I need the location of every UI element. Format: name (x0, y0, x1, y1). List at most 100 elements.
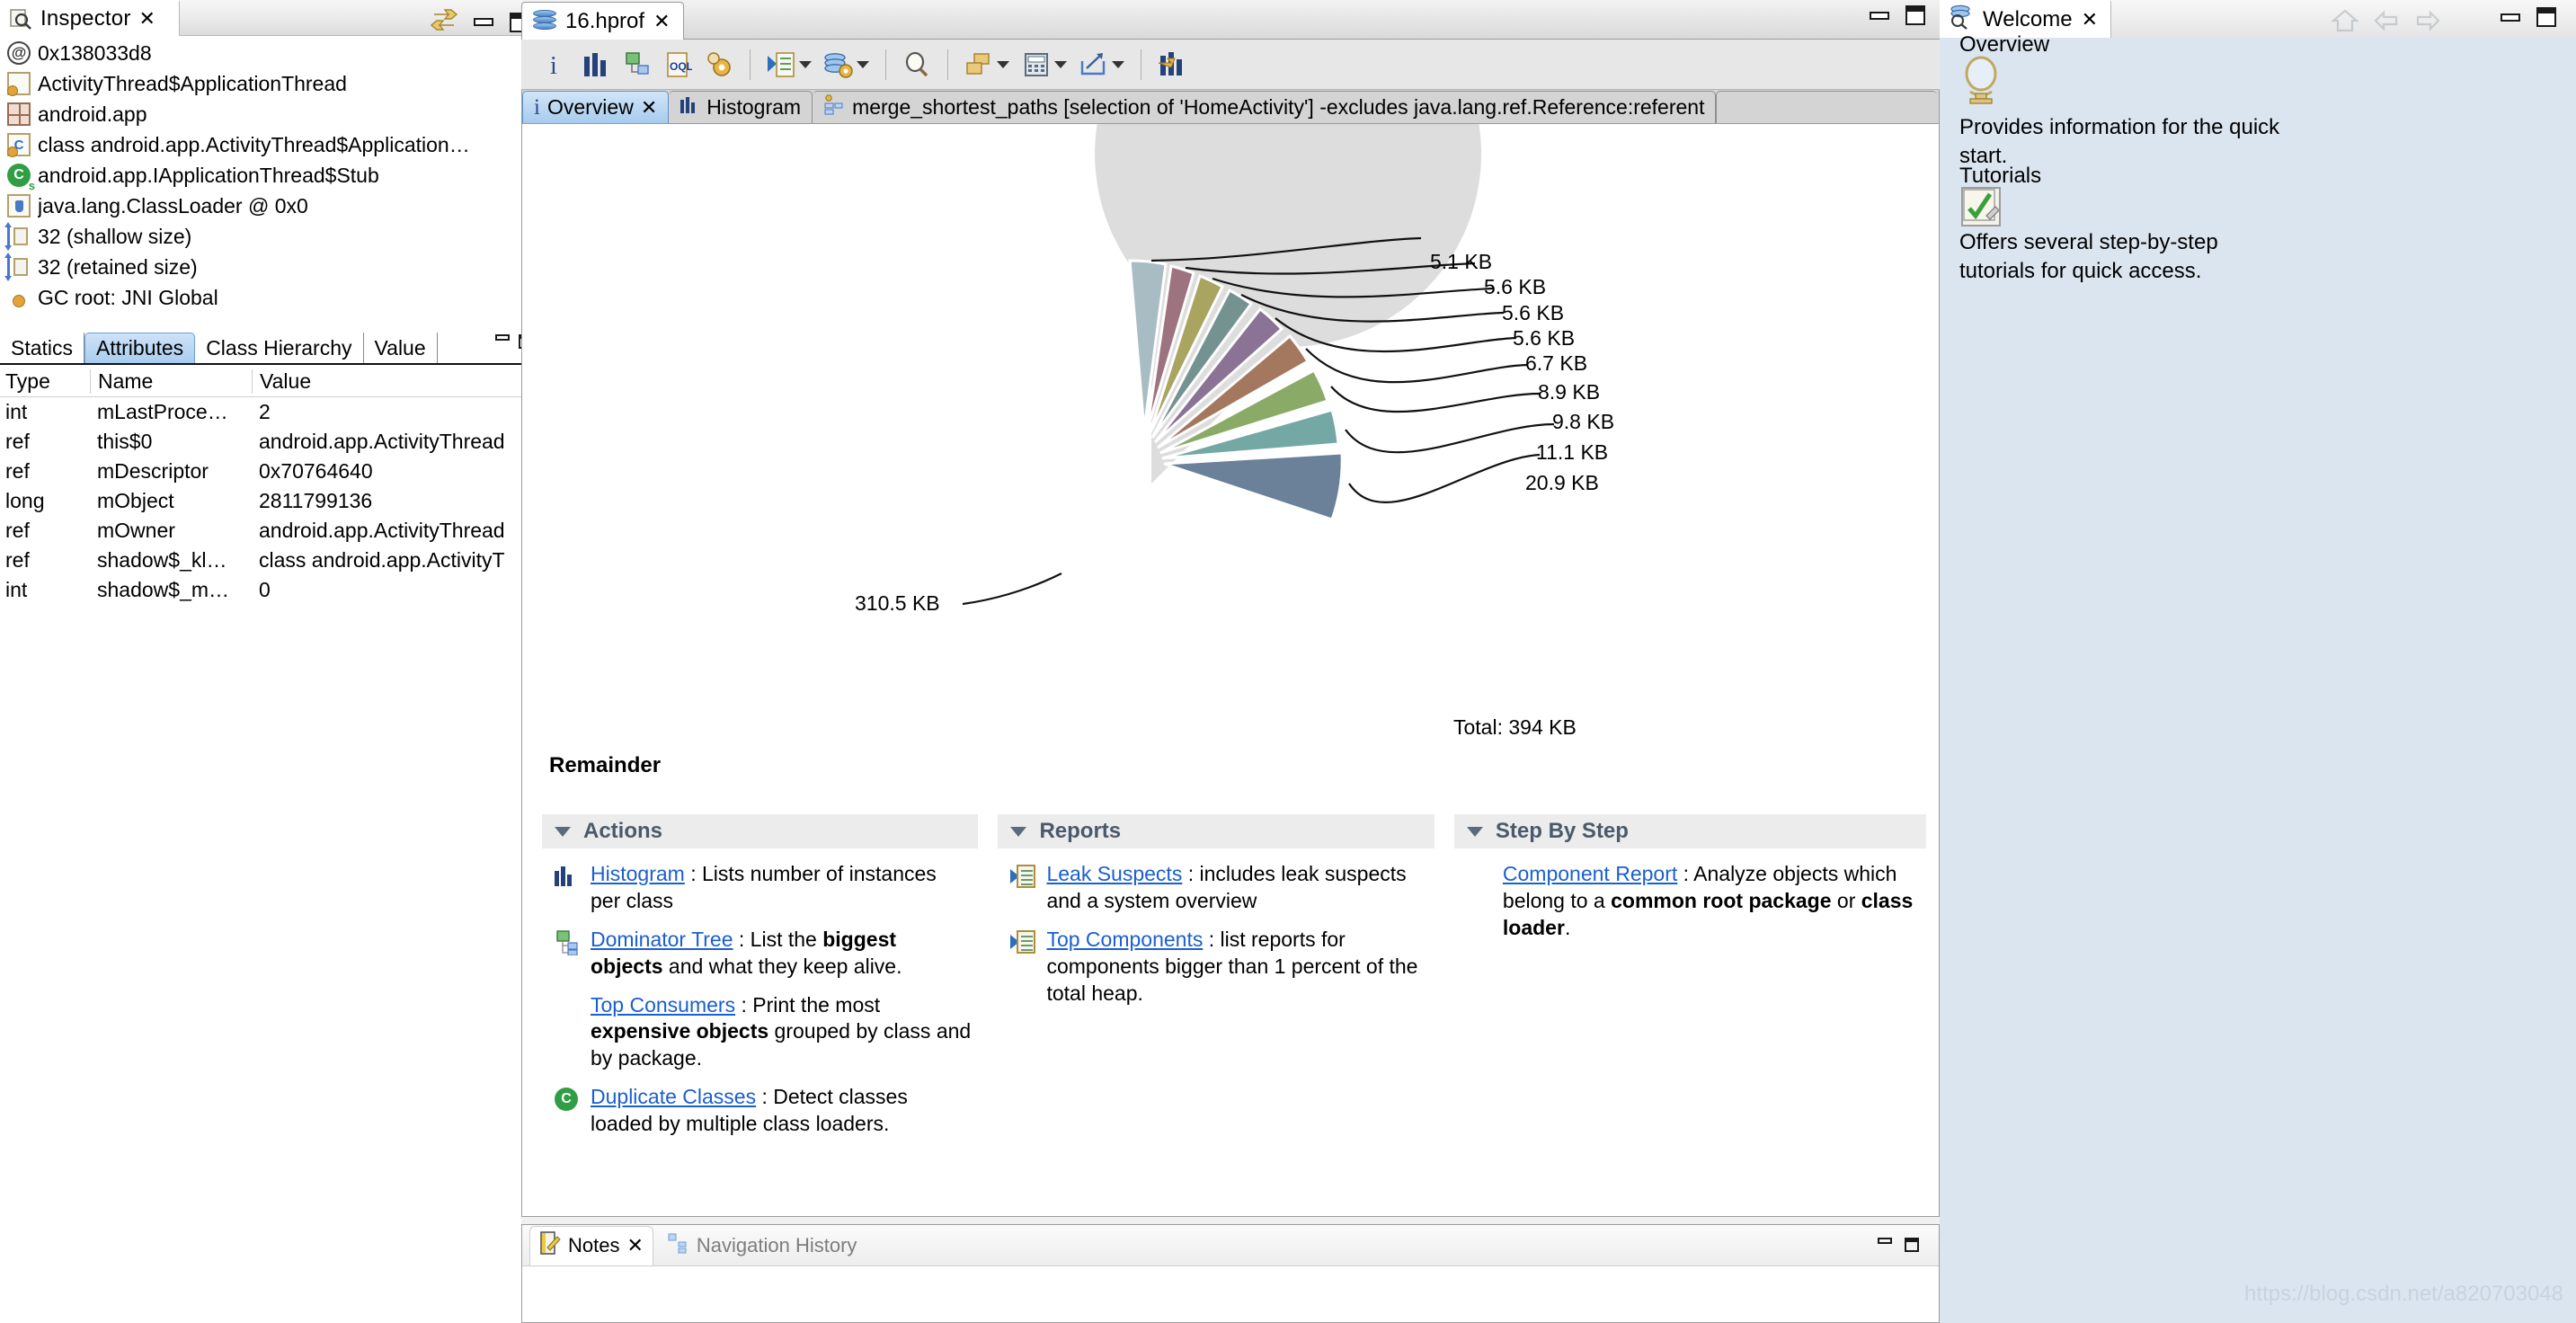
list-item[interactable]: ActivityThread$ApplicationThread (0, 68, 543, 99)
list-item-top-components[interactable]: Top Components : list reports for compon… (1010, 927, 1426, 1008)
column-header-value[interactable]: Value (252, 369, 543, 394)
list-item[interactable]: @ 0x138033d8 (0, 38, 543, 68)
maximize-button[interactable] (1905, 5, 1925, 25)
list-item[interactable]: C class android.app.ActivityThread$Appli… (0, 129, 543, 160)
list-item-dominator-tree[interactable]: Dominator Tree : List the biggest object… (555, 927, 971, 981)
group-by-icon[interactable] (959, 45, 999, 84)
chevron-down-icon[interactable] (997, 60, 1009, 68)
pie-slice-20-9kb[interactable] (1163, 451, 1344, 521)
home-icon[interactable] (2330, 8, 2360, 38)
list-item-label: 0x138033d8 (38, 40, 152, 65)
table-row[interactable]: long mObject 2811799136 (0, 486, 543, 516)
column-header-name[interactable]: Name (90, 369, 252, 394)
open-query-browser-icon[interactable] (761, 45, 801, 84)
pie-label-6-7kb: 6.7 KB (1525, 351, 1588, 375)
link-histogram[interactable]: Histogram (591, 862, 685, 885)
close-icon[interactable]: ✕ (641, 97, 657, 118)
tab-histogram[interactable]: Histogram (669, 91, 813, 123)
paths-icon (823, 93, 845, 121)
list-item[interactable]: 32 (retained size) (0, 252, 543, 282)
editor-tab-hprof[interactable]: 16.hprof ✕ (521, 2, 684, 40)
list-item-histogram[interactable]: Histogram : Lists number of instances pe… (555, 861, 971, 915)
histogram-icon[interactable] (575, 45, 615, 84)
list-item-label: 32 (shallow size) (38, 224, 192, 248)
inspector-view-tab[interactable]: Inspector ✕ (0, 0, 180, 36)
column-header-type[interactable]: Type (0, 369, 90, 394)
chevron-down-icon[interactable] (1466, 826, 1483, 837)
list-item-duplicate-classes[interactable]: C Duplicate Classes : Detect classes loa… (555, 1084, 971, 1138)
link-leak-suspects[interactable]: Leak Suspects (1046, 862, 1182, 885)
section-header[interactable]: Reports (998, 814, 1435, 848)
tab-navigation-history[interactable]: Navigation History (659, 1232, 866, 1259)
cell-value: android.app.ActivityThread (259, 430, 505, 453)
link-duplicate-classes[interactable]: Duplicate Classes (591, 1085, 756, 1108)
welcome-text-overview: Provides information for the quick start… (1959, 115, 2280, 168)
chevron-down-icon[interactable] (799, 60, 812, 68)
close-icon[interactable]: ✕ (626, 1236, 643, 1256)
at-sign-icon: @ (7, 41, 31, 65)
heap-actions-icon[interactable] (819, 45, 858, 84)
table-row[interactable]: int mLastProce… 2 (0, 397, 543, 427)
close-icon[interactable]: ✕ (2082, 10, 2098, 30)
table-row[interactable]: ref mOwner android.app.ActivityThread (0, 516, 543, 546)
back-arrow-icon[interactable] (2373, 9, 2400, 37)
export-icon[interactable] (1074, 45, 1114, 84)
pie-total-label: Total: 394 KB (1453, 715, 1577, 739)
cell-type: ref (5, 459, 30, 483)
table-row[interactable]: ref mDescriptor 0x70764640 (0, 457, 543, 486)
compare-icon[interactable] (1152, 45, 1192, 84)
list-item[interactable]: java.lang.ClassLoader @ 0x0 (0, 191, 543, 221)
section-body: Histogram : Lists number of instances pe… (542, 848, 978, 1138)
attributes-table: Type Name Value int mLastProce… 2 ref th… (0, 367, 543, 605)
list-item[interactable]: 32 (shallow size) (0, 221, 543, 252)
tab-value[interactable]: Value (364, 333, 438, 363)
minimize-button[interactable] (495, 334, 510, 341)
list-item-top-consumers[interactable]: Top Consumers : Print the most expensive… (555, 992, 971, 1073)
forward-arrow-icon[interactable] (2414, 9, 2441, 37)
list-item[interactable]: C android.app.IApplicationThread$Stub (0, 160, 543, 191)
tab-attributes[interactable]: Attributes (84, 333, 196, 363)
link-component-report[interactable]: Component Report (1503, 862, 1677, 885)
list-item-label: java.lang.ClassLoader @ 0x0 (38, 193, 308, 218)
chevron-down-icon[interactable] (555, 826, 571, 837)
link-top-consumers[interactable]: Top Consumers (591, 993, 735, 1017)
list-item-component-report[interactable]: Component Report : Analyze objects which… (1467, 861, 1919, 942)
calculate-retained-icon[interactable] (699, 45, 739, 84)
close-icon[interactable]: ✕ (139, 9, 155, 29)
calculator-icon[interactable] (1017, 45, 1056, 84)
minimize-button[interactable] (1870, 11, 1889, 20)
chevron-down-icon[interactable] (1010, 826, 1027, 837)
oql-icon[interactable]: OQL (658, 45, 697, 84)
info-icon[interactable]: i (534, 45, 573, 84)
tab-statics[interactable]: Statics (0, 333, 85, 363)
tab-notes[interactable]: Notes ✕ (529, 1225, 653, 1265)
maximize-button[interactable] (1905, 1238, 1919, 1252)
minimize-button[interactable] (2500, 13, 2520, 22)
cell-name: mDescriptor (97, 459, 209, 483)
chevron-down-icon[interactable] (1054, 60, 1067, 68)
minimize-button[interactable] (474, 18, 493, 26)
link-dominator-tree[interactable]: Dominator Tree (591, 928, 733, 951)
maximize-button[interactable] (2536, 7, 2556, 27)
section-header[interactable]: Step By Step (1453, 814, 1926, 848)
dominator-tree-icon[interactable] (617, 45, 656, 84)
minimize-button[interactable] (1878, 1238, 1892, 1244)
table-row[interactable]: int shadow$_m… 0 (0, 575, 543, 605)
link-top-components[interactable]: Top Components (1046, 928, 1203, 951)
chevron-down-icon[interactable] (857, 60, 869, 68)
tab-class-hierarchy[interactable]: Class Hierarchy (195, 333, 364, 363)
tab-overview[interactable]: i Overview ✕ (522, 91, 670, 123)
section-header[interactable]: Actions (542, 814, 979, 848)
list-item[interactable]: GC root: JNI Global (0, 282, 543, 313)
table-row[interactable]: ref this$0 android.app.ActivityThread (0, 427, 543, 457)
chevron-down-icon[interactable] (1112, 60, 1124, 68)
list-item[interactable]: android.app (0, 99, 543, 129)
editor-area: 16.hprof ✕ i OQL i Overview ✕ Histogram … (521, 0, 1940, 1323)
table-row[interactable]: ref shadow$_kl… class android.app.Activi… (0, 546, 543, 575)
list-item-leak-suspects[interactable]: Leak Suspects : includes leak suspects a… (1010, 861, 1426, 915)
find-icon[interactable] (897, 45, 937, 84)
link-with-editor-icon[interactable] (430, 7, 458, 37)
close-icon[interactable]: ✕ (653, 11, 670, 31)
tab-merge-shortest-paths[interactable]: merge_shortest_paths [selection of 'Home… (813, 91, 1717, 123)
svg-text:OQL: OQL (670, 60, 692, 73)
